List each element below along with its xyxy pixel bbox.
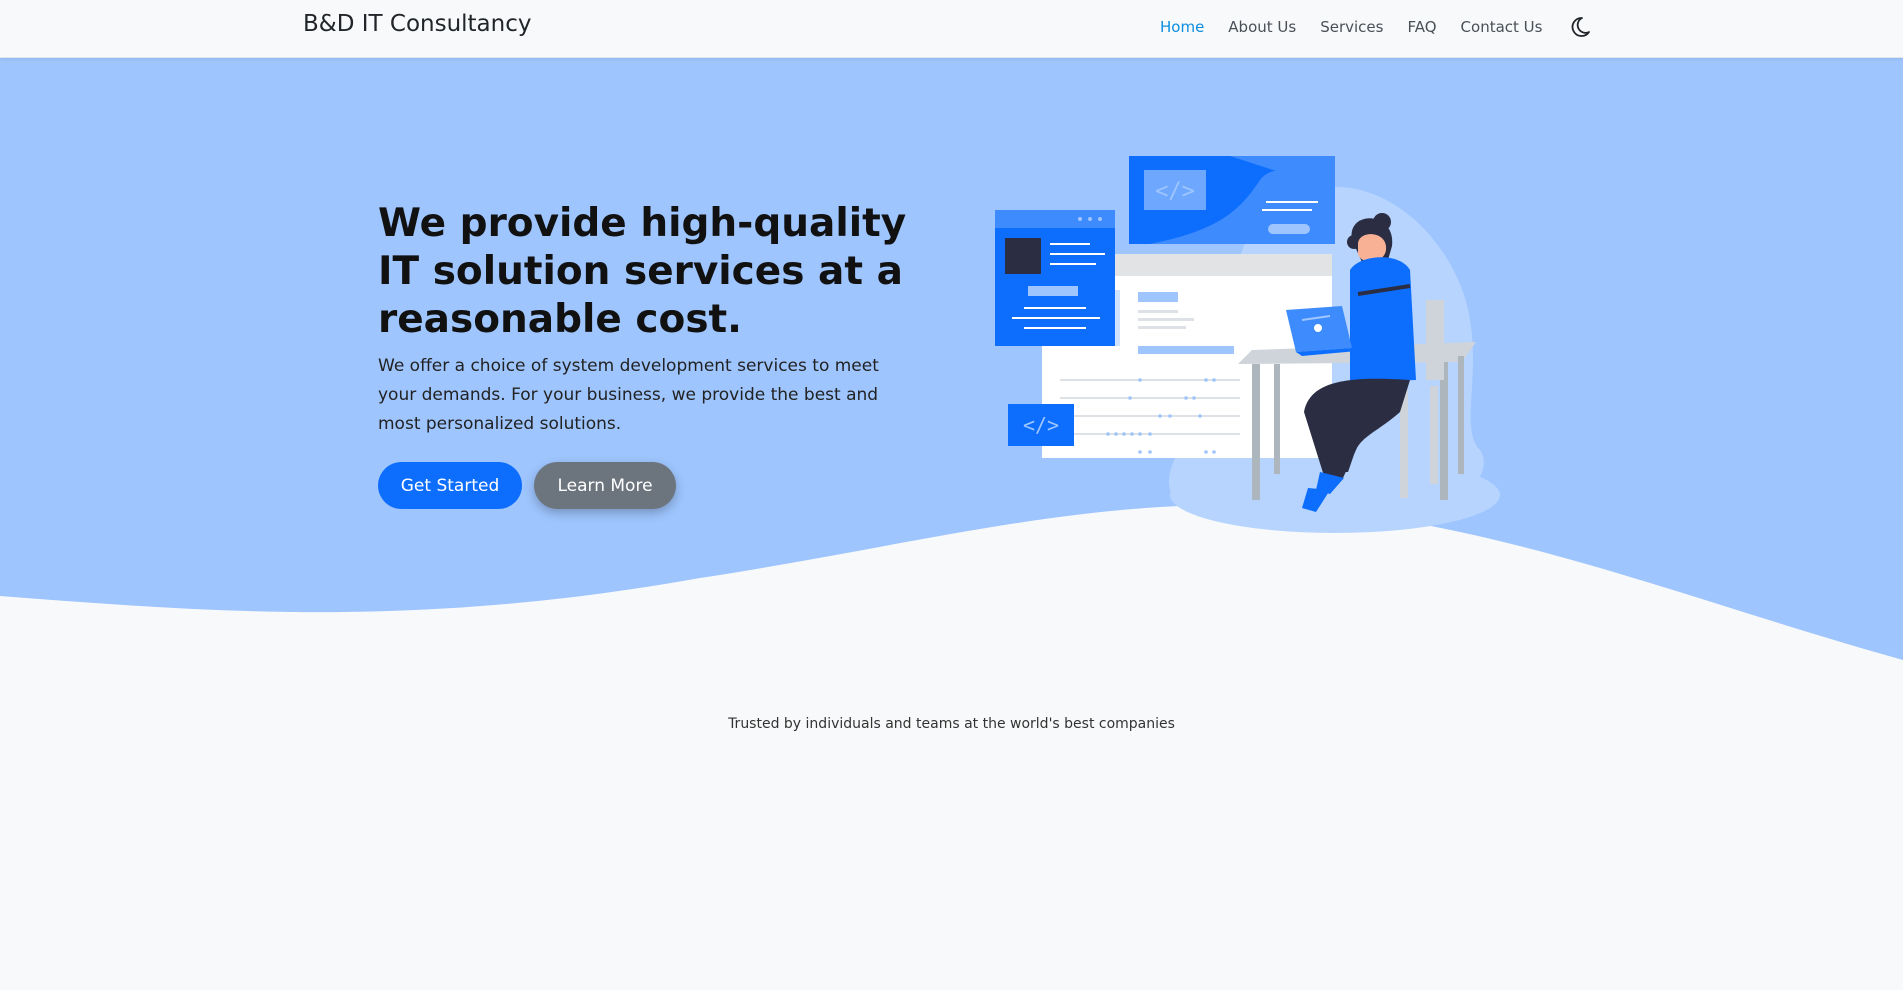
hero-wave-divider: [0, 505, 1903, 668]
hero-title: We provide high-quality IT solution serv…: [378, 201, 907, 342]
nav-links: Home About Us Services FAQ Contact Us: [1160, 18, 1566, 36]
brand-logo-text[interactable]: B&D IT Consultancy: [303, 11, 531, 37]
trusted-by-text: Trusted by individuals and teams at the …: [728, 716, 1175, 732]
navbar: B&D IT Consultancy Home About Us Service…: [0, 0, 1903, 58]
nav-link-services[interactable]: Services: [1320, 18, 1383, 36]
nav-link-contact-us[interactable]: Contact Us: [1461, 18, 1543, 36]
nav-link-about-us[interactable]: About Us: [1228, 18, 1296, 36]
moon-icon[interactable]: [1567, 14, 1593, 40]
svg-text:</>: </>: [1023, 413, 1059, 437]
nav-link-home[interactable]: Home: [1160, 18, 1204, 36]
svg-text:</>: </>: [1155, 179, 1195, 204]
nav-link-faq[interactable]: FAQ: [1407, 18, 1436, 36]
hero-section: We provide high-quality IT solution serv…: [0, 58, 1903, 668]
learn-more-button[interactable]: Learn More: [534, 462, 676, 509]
hero-description: We offer a choice of system development …: [378, 356, 879, 434]
developer-illustration: </> </>: [995, 156, 1500, 533]
get-started-button[interactable]: Get Started: [378, 462, 522, 509]
